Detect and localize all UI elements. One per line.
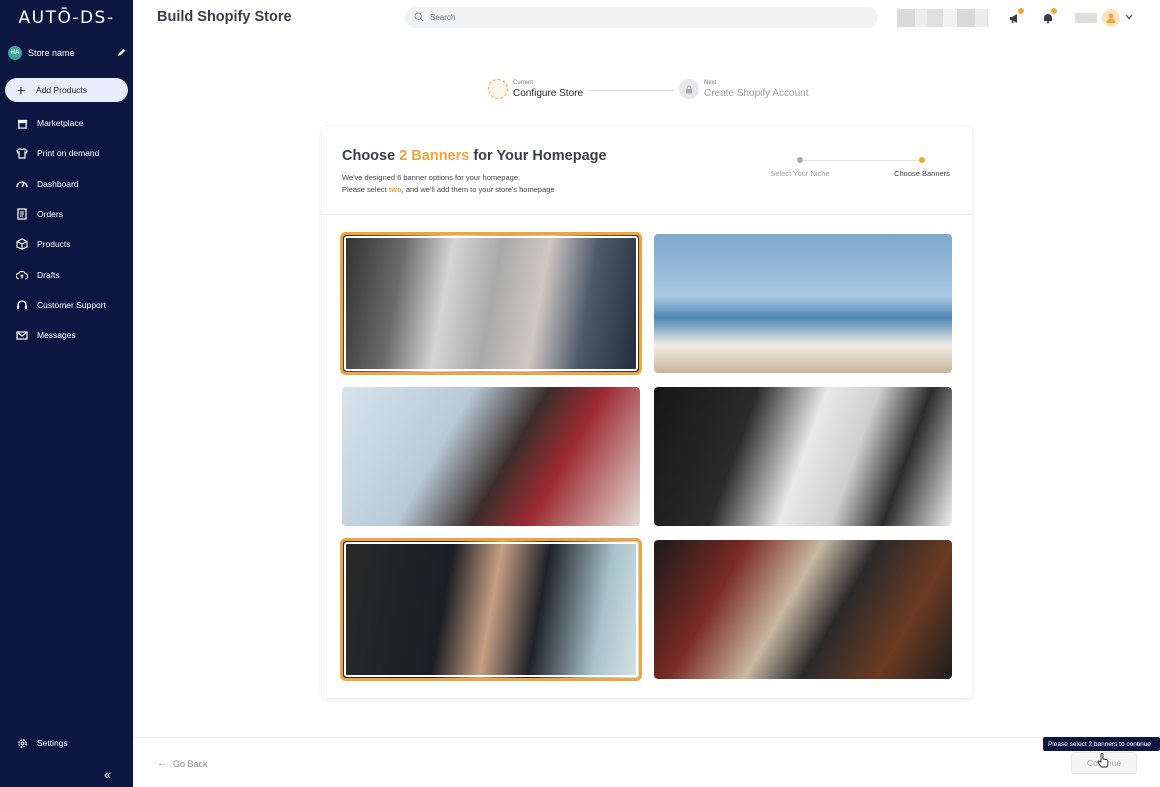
card-desc-line1: We've designed 6 banner options for your… — [342, 173, 521, 182]
go-back-label: Go Back — [173, 758, 208, 769]
store-selector[interactable]: HA Store name — [8, 44, 126, 62]
sidebar-item-label: Orders — [37, 209, 63, 220]
box-icon — [16, 238, 28, 250]
banner-selection-card: Choose 2 Banners for Your Homepage We've… — [322, 127, 972, 698]
notification-dot — [1051, 8, 1057, 14]
sidebar-nav: + Add Products Marketplace Print on dema… — [0, 78, 133, 350]
search-icon — [414, 9, 424, 27]
step-current-label: Configure Store — [513, 87, 584, 99]
step-current-tag: Current — [513, 79, 534, 86]
banner-option-2[interactable] — [654, 234, 952, 373]
card-title-suffix: for Your Homepage — [469, 148, 607, 164]
hand-cursor-icon — [1097, 753, 1109, 773]
banner-option-3[interactable] — [342, 387, 640, 526]
sidebar-item-label: Customer Support — [37, 299, 106, 310]
headset-icon — [16, 299, 28, 311]
sidebar-item-label: Dashboard — [37, 178, 79, 189]
step-next-tag: Next — [704, 79, 717, 86]
step-next-label: Create Shopify Account — [704, 87, 809, 99]
mini-step-select-niche[interactable]: Select Your Niche — [762, 157, 838, 178]
mini-step-label: Choose Banners — [894, 169, 950, 178]
arrow-left-icon: ← — [157, 758, 167, 769]
stepper-connector — [588, 90, 674, 91]
search-input[interactable] — [430, 13, 830, 22]
mini-step-choose-banners: Choose Banners — [887, 157, 957, 178]
autods-logo[interactable]: AUTŌ-DS- — [0, 0, 133, 36]
shirt-icon — [16, 147, 28, 159]
sidebar-item-dashboard[interactable]: Dashboard — [0, 169, 133, 199]
sidebar-item-products[interactable]: Products — [0, 229, 133, 259]
cloud-upload-icon — [16, 269, 28, 281]
megaphone-icon[interactable] — [1007, 8, 1024, 26]
banner-option-6[interactable] — [654, 540, 952, 679]
card-title-prefix: Choose — [342, 148, 400, 164]
card-desc-line2-suffix: , and we'll add them to your store's hom… — [401, 185, 555, 194]
card-desc-line2-prefix: Please select — [342, 185, 389, 194]
plus-icon: + — [16, 82, 26, 98]
step-current-circle — [488, 79, 508, 99]
card-desc-line2: Please select two, and we'll add them to… — [342, 184, 555, 196]
sidebar-item-label: Settings — [37, 738, 68, 748]
blurred-username — [1075, 13, 1097, 23]
footer-divider — [133, 737, 1160, 738]
collapse-sidebar-icon[interactable]: « — [104, 767, 111, 782]
sidebar-item-orders[interactable]: Orders — [0, 199, 133, 229]
sidebar-item-label: Messages — [37, 330, 76, 341]
chevron-down-icon[interactable] — [1125, 12, 1133, 22]
sidebar-item-marketplace[interactable]: Marketplace — [0, 108, 133, 138]
store-avatar: HA — [8, 46, 22, 60]
card-title-accent: 2 Banners — [399, 148, 470, 164]
blurred-account-info — [897, 9, 988, 27]
card-title: Choose 2 Banners for Your Homepage — [342, 148, 607, 164]
store-icon — [16, 117, 28, 129]
sidebar-item-label: Add Products — [36, 85, 88, 95]
sidebar-item-customer-support[interactable]: Customer Support — [0, 290, 133, 320]
user-avatar-icon[interactable] — [1102, 9, 1120, 27]
banner-option-1-selected[interactable] — [340, 232, 642, 375]
banner-option-5-selected[interactable] — [340, 538, 642, 681]
sidebar: AUTŌ-DS- HA Store name + Add Products Ma… — [0, 0, 133, 787]
card-description: We've designed 6 banner options for your… — [342, 172, 555, 196]
lock-icon — [679, 79, 699, 99]
sidebar-item-label: Products — [37, 239, 71, 250]
card-divider — [322, 214, 972, 215]
step-configure-store: Current Configure Store — [488, 79, 583, 99]
card-desc-line2-accent: two — [388, 185, 402, 194]
sidebar-item-print-on-demand[interactable]: Print on demand — [0, 138, 133, 168]
sidebar-item-label: Marketplace — [37, 118, 84, 129]
sidebar-item-label: Print on demand — [37, 148, 100, 159]
sidebar-item-label: Drafts — [37, 269, 60, 280]
banner-option-4[interactable] — [654, 387, 952, 526]
bell-icon[interactable] — [1040, 8, 1057, 26]
page-title: Build Shopify Store — [157, 9, 292, 25]
mini-step-dot — [919, 157, 925, 163]
gear-icon — [16, 737, 28, 749]
step-create-shopify-account: Next Create Shopify Account — [679, 79, 809, 99]
sidebar-item-drafts[interactable]: Drafts — [0, 259, 133, 289]
go-back-button[interactable]: ← Go Back — [157, 758, 208, 769]
gauge-icon — [16, 178, 28, 190]
sidebar-item-add-products[interactable]: + Add Products — [5, 78, 128, 102]
document-icon — [16, 208, 28, 220]
mini-step-label: Select Your Niche — [770, 169, 830, 178]
sidebar-item-settings[interactable]: Settings — [16, 737, 68, 749]
mail-icon — [16, 329, 28, 341]
notification-dot — [1018, 8, 1024, 14]
continue-tooltip: Please select 2 banners to continue — [1043, 737, 1160, 751]
sidebar-item-messages[interactable]: Messages — [0, 320, 133, 350]
mini-step-dot — [797, 157, 803, 163]
search-bar[interactable] — [405, 7, 878, 28]
store-name: Store name — [28, 48, 75, 58]
pencil-icon[interactable] — [117, 48, 126, 59]
